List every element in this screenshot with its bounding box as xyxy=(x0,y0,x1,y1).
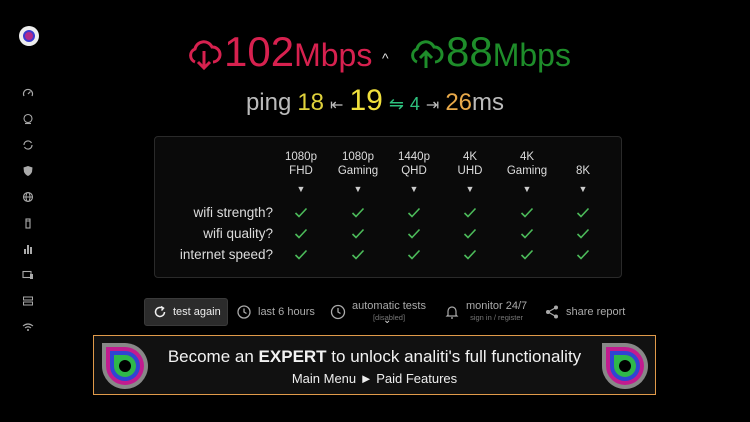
ping-label: ping xyxy=(245,89,292,116)
share-report-button[interactable]: share report xyxy=(544,298,625,326)
table-column-header[interactable]: 4K Gaming ▼ xyxy=(497,150,557,196)
check-icon xyxy=(576,228,590,239)
refresh-icon xyxy=(154,305,166,318)
check-icon xyxy=(407,207,421,218)
ping-unit: ms xyxy=(472,89,505,116)
check-icon xyxy=(407,249,421,260)
column-label-line1: 4K xyxy=(462,151,478,163)
history-icon xyxy=(237,305,251,319)
column-label-line2: FHD xyxy=(289,165,313,177)
check-icon xyxy=(576,249,590,260)
monitor-label: monitor 24/7 xyxy=(466,300,528,312)
column-label-line2: Gaming xyxy=(506,165,548,177)
banner-title: Become an EXPERT to unlock analiti's ful… xyxy=(94,347,655,367)
column-label-line1: 1440p xyxy=(398,151,430,163)
clock-icon xyxy=(330,304,346,320)
check-icon xyxy=(463,228,477,239)
shield-icon[interactable] xyxy=(18,158,38,184)
wifi-icon[interactable] xyxy=(18,314,38,340)
bar-chart-icon[interactable] xyxy=(18,236,38,262)
check-icon xyxy=(520,249,534,260)
column-label-line2: 8K xyxy=(575,165,591,177)
arrow-right-bar-icon: ⇥ xyxy=(425,97,440,114)
check-icon xyxy=(520,228,534,239)
speed-header: 102 Mbps ^ 88 Mbps xyxy=(0,26,750,78)
list-icon[interactable] xyxy=(18,288,38,314)
download-value: 102 xyxy=(224,28,295,75)
ping-jitter: 4 xyxy=(409,94,420,114)
banner-subtitle: Main Menu ► Paid Features xyxy=(291,371,458,386)
sidebar xyxy=(18,80,38,340)
share-report-label: share report xyxy=(566,306,626,318)
sort-down-icon: ▼ xyxy=(465,184,475,194)
test-again-button[interactable]: test again xyxy=(144,298,228,326)
check-icon xyxy=(351,207,365,218)
check-icon xyxy=(294,228,308,239)
column-label-line2: UHD xyxy=(457,165,483,177)
expert-upgrade-banner[interactable]: Become an EXPERT to unlock analiti's ful… xyxy=(93,335,656,395)
banner-title-post: to unlock analiti's full functionality xyxy=(326,347,582,366)
cloud-upload-icon xyxy=(411,39,444,68)
sort-down-icon: ▼ xyxy=(522,184,532,194)
check-icon xyxy=(520,207,534,218)
banner-title-pre: Become an xyxy=(167,347,259,366)
table-column-header[interactable]: 1080p FHD ▼ xyxy=(271,150,331,196)
column-label-line2: QHD xyxy=(401,165,427,177)
share-icon xyxy=(546,305,558,319)
upload-value: 88 xyxy=(446,28,493,75)
column-label-line1: 4K xyxy=(519,151,535,163)
ping-max: 26 xyxy=(445,89,473,116)
column-label-line1 xyxy=(553,150,613,164)
upload-speed: 88 Mbps xyxy=(408,26,571,81)
table-column-header[interactable]: 8K ▼ xyxy=(553,150,613,196)
check-icon xyxy=(463,249,477,260)
globe-icon[interactable] xyxy=(18,184,38,210)
column-label-line1: 1080p xyxy=(342,151,374,163)
download-unit: Mbps xyxy=(294,37,373,73)
sort-down-icon: ▼ xyxy=(409,184,419,194)
check-icon xyxy=(294,207,308,218)
table-column-header[interactable]: 4K UHD ▼ xyxy=(440,150,500,196)
expand-up-icon[interactable]: ^ xyxy=(382,50,389,66)
table-row-label: wifi quality? xyxy=(203,226,273,241)
check-icon xyxy=(407,228,421,239)
check-icon xyxy=(463,207,477,218)
automatic-tests-label: automatic tests xyxy=(352,300,426,312)
router-icon[interactable] xyxy=(18,210,38,236)
column-label-line1: 1080p xyxy=(285,151,317,163)
chevron-down-icon[interactable]: ⌄ xyxy=(383,315,391,326)
check-icon xyxy=(351,228,365,239)
sort-down-icon: ▼ xyxy=(578,184,588,194)
last-hours-button[interactable]: last 6 hours xyxy=(236,298,315,326)
arrow-left-bar-icon: ⇤ xyxy=(330,97,344,114)
last-hours-label: last 6 hours xyxy=(258,306,315,318)
check-icon xyxy=(576,207,590,218)
check-icon xyxy=(294,249,308,260)
download-speed: 102 Mbps xyxy=(186,26,372,81)
sort-down-icon: ▼ xyxy=(353,184,363,194)
monitor-button[interactable]: monitor 24/7 sign in / register xyxy=(444,298,527,326)
table-column-header[interactable]: 1080p Gaming ▼ xyxy=(328,150,388,196)
column-label-line2: Gaming xyxy=(337,165,379,177)
banner-title-bold: EXPERT xyxy=(258,347,327,366)
check-icon xyxy=(351,249,365,260)
cloud-download-icon xyxy=(189,39,222,70)
sort-down-icon: ▼ xyxy=(296,184,306,194)
bell-icon xyxy=(445,306,459,319)
monitor-sub-label: sign in / register xyxy=(470,313,524,322)
automatic-tests-button[interactable]: automatic tests [disabled] xyxy=(330,298,426,326)
ping-row: ping 18 ⇤ 19 ⇋ 4 ⇥ 26 ms xyxy=(0,84,750,118)
test-again-label: test again xyxy=(173,306,221,318)
table-row-label: internet speed? xyxy=(179,247,273,262)
table-row-label: wifi strength? xyxy=(193,205,273,220)
refresh-icon[interactable] xyxy=(18,132,38,158)
table-column-header[interactable]: 1440p QHD ▼ xyxy=(384,150,444,196)
ping-median: 19 xyxy=(349,84,383,117)
ping-min: 18 xyxy=(297,89,325,116)
analiti-badge-icon xyxy=(602,343,648,389)
devices-icon[interactable] xyxy=(18,262,38,288)
jitter-icon: ⇋ xyxy=(388,94,404,114)
upload-unit: Mbps xyxy=(492,37,571,73)
